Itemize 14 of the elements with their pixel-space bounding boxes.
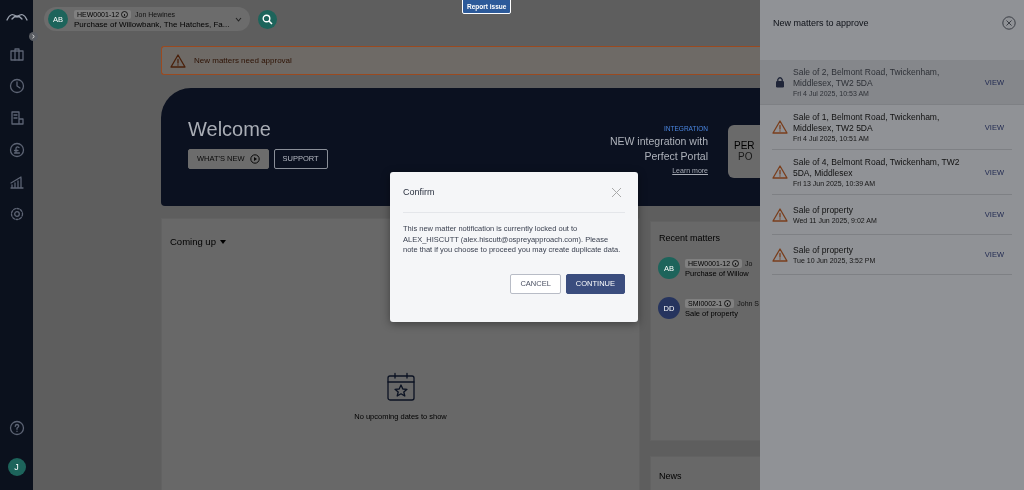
matter-title: Sale of property [793,245,854,256]
partner-logo: PER PO [728,124,760,178]
panel-title: New matters to approve [773,17,869,28]
matter-title: Sale of property [793,205,854,216]
matter-title: Sale of 1, Belmont Road, Twickenham, Middlesex, TW2 5DA [793,112,941,134]
matter-title: Sale of 4, Belmont Road, Twickenham, TW2 5DA, Middlesex [793,157,961,179]
matter-title: Sale of 2, Belmont Road, Twickenham, Middlesex, TW2 5DA [793,67,941,89]
card-title: Recent matters [659,233,722,243]
welcome-title: Welcome [188,117,272,141]
dialog-title: Confirm [403,187,435,197]
card-title: News [659,471,683,481]
promo-headline: NEW integration with Perfect Portal [608,133,708,164]
matter-title: Purchase of Willowbank, The Hatches, Fa... [74,19,229,29]
alert-message: New matters need approval [194,56,292,65]
